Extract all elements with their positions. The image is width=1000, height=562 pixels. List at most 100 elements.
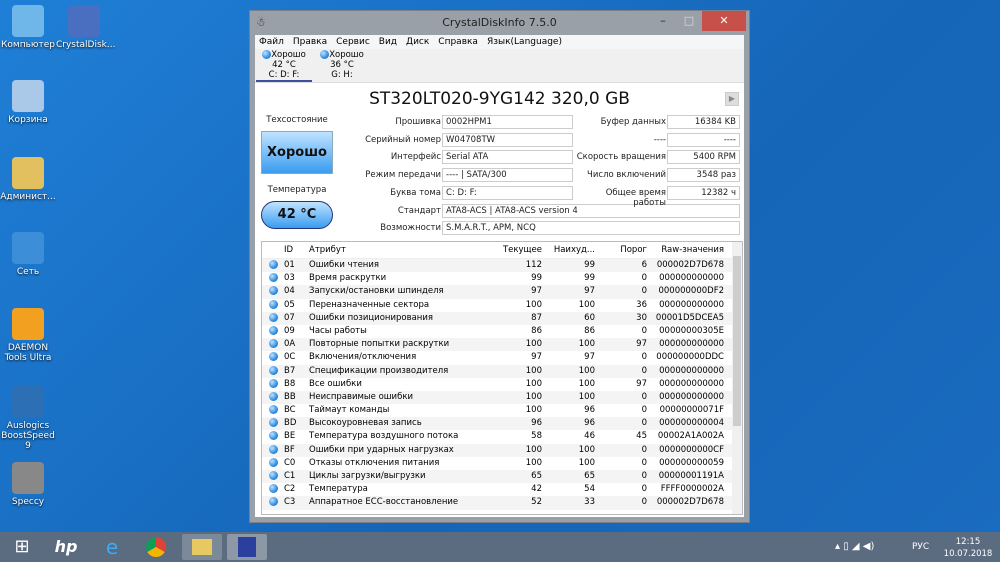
column-header[interactable]: Атрибут: [306, 242, 492, 258]
menu-item[interactable]: Сервис: [336, 35, 370, 49]
menu-item[interactable]: Файл: [259, 35, 284, 49]
column-header[interactable]: Raw-значения: [649, 242, 728, 258]
status-dot-icon: [268, 444, 278, 454]
table-cell: 96: [531, 418, 542, 429]
column-header[interactable]: Порог: [597, 242, 649, 258]
field-label: ----: [653, 134, 666, 145]
clock[interactable]: 12:15 10.07.2018: [940, 536, 996, 560]
table-row[interactable]: 0A Повторные попытки раскрутки 100 100 97 000…: [262, 338, 742, 352]
status-icon: [262, 483, 284, 496]
table-cell: Повторные попытки раскрутки: [309, 339, 450, 350]
table-cell: 100: [578, 378, 595, 389]
drive-letters: C: D: F:: [268, 70, 300, 80]
table-cell: Ошибки при ударных нагрузках: [309, 444, 454, 455]
table-cell: Высокоуровневая запись: [309, 418, 422, 429]
table-row[interactable]: 05 Переназначенные сектора 100 100 36 0000000…: [262, 299, 742, 312]
scrollbar[interactable]: [732, 242, 742, 514]
table-row[interactable]: 01 Ошибки чтения 112 99 6 000002D7D678: [262, 259, 742, 273]
column-header[interactable]: ID: [284, 242, 306, 258]
table-cell: 36: [636, 299, 647, 310]
desktop-icon[interactable]: Auslogics BoostSpeed 9: [0, 386, 56, 451]
status-dot-icon: [268, 457, 278, 467]
table-cell: 000002D7D678: [656, 497, 724, 508]
table-row[interactable]: C2 Температура 42 54 0 FFFF0000002A: [262, 483, 742, 496]
minimize-button[interactable]: –: [650, 11, 676, 31]
table-cell: 07: [284, 312, 295, 323]
desktop-icon[interactable]: Админист...: [0, 157, 56, 202]
table-cell: 000002D7D678: [656, 260, 724, 270]
start-button[interactable]: ⊞: [2, 534, 42, 560]
status-icon: [262, 365, 284, 378]
status-icon: [262, 312, 284, 325]
desktop-icon[interactable]: CrystalDisk...: [56, 5, 115, 50]
close-button[interactable]: ✕: [702, 11, 746, 31]
scroll-thumb[interactable]: [733, 256, 741, 426]
file-explorer-icon[interactable]: [182, 534, 222, 560]
desktop-icon[interactable]: Корзина: [0, 80, 56, 125]
table-cell: Запуски/остановки шпинделя: [309, 286, 444, 297]
menu-item[interactable]: Справка: [438, 35, 478, 49]
table-cell: 86: [531, 325, 542, 336]
table-row[interactable]: BF Ошибки при ударных нагрузках 100 100 0 000…: [262, 443, 742, 457]
maximize-button[interactable]: □: [676, 11, 702, 31]
desktop-icon[interactable]: Сеть: [0, 232, 56, 277]
title-bar[interactable]: ☃ CrystalDiskInfo 7.5.0 – □ ✕: [250, 11, 749, 35]
table-row[interactable]: C3 Аппаратное ECC-восстановление 52 33 0 0000…: [262, 496, 742, 510]
menu-item[interactable]: Правка: [293, 35, 327, 49]
tray-icons[interactable]: ▴ ▯ ◢ ◀): [835, 541, 874, 552]
field-value: ---- | SATA/300: [442, 168, 573, 183]
next-drive-button[interactable]: ▶: [725, 92, 739, 106]
table-cell: 100: [525, 444, 542, 455]
status-dot-icon: [268, 471, 278, 480]
drive-tab[interactable]: Хорошо 36 °C G: H:: [314, 50, 370, 80]
field-value: Serial ATA: [442, 150, 573, 165]
table-cell: 000000000000: [659, 391, 724, 402]
table-row[interactable]: C1 Циклы загрузки/выгрузки 65 65 0 0000000119…: [262, 470, 742, 484]
table-row[interactable]: 07 Ошибки позиционирования 87 60 30 00001D5DC…: [262, 311, 742, 325]
field-value: 12382 ч: [667, 185, 740, 200]
table-cell: 000000000000: [659, 339, 724, 350]
desktop-icon-image: [12, 5, 44, 37]
menu-item[interactable]: Вид: [379, 35, 397, 49]
table-row[interactable]: 0C Включения/отключения 97 97 0 000000000DDC: [262, 351, 742, 364]
menu-item[interactable]: Диск: [406, 35, 429, 49]
table-row[interactable]: BE Температура воздушного потока 58 46 45 000…: [262, 430, 742, 443]
table-row[interactable]: 09 Часы работы 86 86 0 00000000305E: [262, 325, 742, 338]
table-row[interactable]: B7 Спецификации производителя 100 100 0 00000…: [262, 364, 742, 378]
crystaldiskinfo-taskbar-icon[interactable]: [227, 534, 267, 560]
language-indicator[interactable]: РУС: [912, 542, 929, 552]
drive-temp: 42 °C: [272, 60, 296, 70]
table-row[interactable]: B8 Все ошибки 100 100 97 000000000000: [262, 378, 742, 391]
app-icon: ☃: [256, 16, 266, 29]
table-row[interactable]: BC Таймаут команды 100 96 0 00000000071F: [262, 404, 742, 417]
table-row[interactable]: BB Неисправимые ошибки 100 100 0 000000000000: [262, 390, 742, 405]
internet-explorer-icon[interactable]: e: [92, 534, 132, 560]
field-label: Стандарт: [397, 205, 441, 216]
table-cell: 100: [525, 391, 542, 402]
table-cell: 0: [641, 405, 647, 416]
hp-icon[interactable]: hp: [46, 534, 86, 560]
column-header[interactable]: [262, 242, 284, 258]
menu-item[interactable]: Язык(Language): [487, 35, 562, 49]
drive-tab[interactable]: Хорошо 42 °C C: D: F:: [256, 50, 312, 82]
field-label: Интерфейс: [390, 152, 441, 163]
status-dot-icon: [268, 418, 278, 428]
table-cell: Включения/отключения: [309, 352, 417, 363]
table-row[interactable]: BD Высокоуровневая запись 96 96 0 00000000000…: [262, 417, 742, 431]
table-row[interactable]: 03 Время раскрутки 99 99 0 000000000000: [262, 272, 742, 285]
table-cell: 46: [584, 431, 595, 442]
table-cell: 97: [636, 378, 647, 389]
desktop-icon-image: [12, 80, 44, 112]
desktop-icon[interactable]: Компьютер: [0, 5, 56, 50]
table-row[interactable]: 04 Запуски/остановки шпинделя 97 97 0 0000000…: [262, 285, 742, 299]
column-header[interactable]: Наихуд...: [544, 242, 597, 258]
table-cell: 60: [584, 312, 595, 323]
desktop-icon[interactable]: DAEMON Tools Ultra: [0, 308, 56, 363]
table-cell: 05: [284, 299, 295, 310]
table-row[interactable]: C0 Отказы отключения питания 100 100 0 000000…: [262, 457, 742, 470]
menu-bar: Файл Правка Сервис Вид Диск Справка Язык(Langu…: [255, 35, 744, 49]
chrome-icon[interactable]: [136, 534, 176, 560]
column-header[interactable]: Текущее: [492, 242, 544, 258]
clock-date: 10.07.2018: [943, 549, 993, 559]
desktop-icon[interactable]: Speccy: [0, 462, 56, 507]
